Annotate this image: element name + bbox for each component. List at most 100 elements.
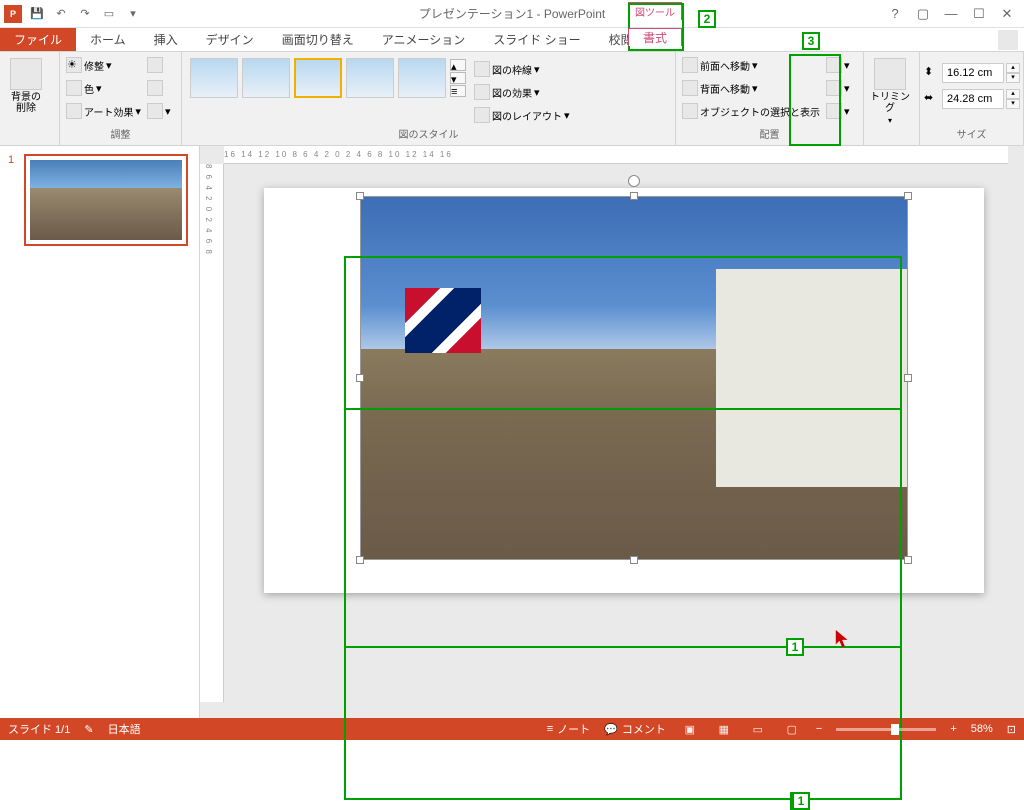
undo-icon[interactable]: ↶	[52, 5, 70, 23]
zoom-out-button[interactable]: −	[816, 723, 822, 735]
tab-home[interactable]: ホーム	[76, 28, 140, 51]
height-spinner[interactable]: ▴▾	[1006, 63, 1020, 83]
resize-handle[interactable]	[356, 192, 364, 200]
gallery-more[interactable]: ▴▾≡	[450, 59, 466, 97]
picture-border-button[interactable]: 図の枠線▾	[472, 58, 572, 80]
remove-background-button[interactable]: 背景の 削除	[4, 54, 48, 114]
group-crop: トリミング ▾	[864, 52, 920, 145]
crop-icon	[874, 58, 906, 90]
color-button[interactable]: 色▾	[64, 77, 143, 99]
styles-group-label: 図のスタイル	[186, 126, 671, 143]
effects-icon	[474, 84, 490, 100]
artistic-icon	[66, 103, 82, 119]
style-item[interactable]	[190, 58, 238, 98]
layout-icon	[474, 107, 490, 123]
thumbnail-selected[interactable]	[24, 154, 188, 246]
reading-view-icon[interactable]: ▭	[748, 721, 768, 737]
user-avatar[interactable]	[998, 30, 1018, 50]
bring-forward-button[interactable]: 前面へ移動▾	[680, 54, 822, 76]
thumbnail-item[interactable]: 1	[8, 154, 191, 246]
ribbon-options-icon[interactable]: ▢	[910, 4, 936, 24]
ruler-vertical: 8 6 4 2 0 2 4 6 8	[200, 164, 224, 702]
backward-icon	[682, 80, 698, 96]
adjust-group-label: 調整	[64, 126, 177, 143]
language-indicator[interactable]: 日本語	[108, 721, 141, 737]
group-adjust: ☀修整▾ 色▾ アート効果▾ ▾ 調整	[60, 52, 182, 145]
minimize-icon[interactable]: —	[938, 4, 964, 24]
tab-insert[interactable]: 挿入	[140, 28, 192, 51]
qat-more-icon[interactable]: ▾	[124, 5, 142, 23]
change-picture-button[interactable]	[145, 77, 173, 99]
width-spinner[interactable]: ▴▾	[1006, 89, 1020, 109]
rotate-button[interactable]: ▾	[824, 100, 852, 122]
compress-button[interactable]	[145, 54, 173, 76]
reset-icon	[147, 103, 163, 119]
crop-button[interactable]: トリミング ▾	[868, 54, 912, 125]
height-field[interactable]: ⬍ 16.12 cm ▴▾	[924, 62, 1020, 84]
resize-handle[interactable]	[904, 374, 912, 382]
tab-transitions[interactable]: 画面切り替え	[268, 28, 368, 51]
start-from-beginning-icon[interactable]: ▭	[100, 5, 118, 23]
tab-design[interactable]: デザイン	[192, 28, 268, 51]
comments-button[interactable]: 💬 コメント	[604, 721, 666, 737]
picture-layout-button[interactable]: 図のレイアウト▾	[472, 104, 572, 126]
fit-window-icon[interactable]: ⊡	[1007, 723, 1016, 736]
selection-pane-button[interactable]: オブジェクトの選択と表示	[680, 100, 822, 122]
ribbon-tabs: ファイル ホーム 挿入 デザイン 画面切り替え アニメーション スライド ショー…	[0, 28, 1024, 52]
annotation-number-1b: 1	[786, 638, 804, 656]
align-button[interactable]: ▾	[824, 54, 852, 76]
group-button[interactable]: ▾	[824, 77, 852, 99]
status-bar: スライド 1/1 ✎ 日本語 ≡ ノート 💬 コメント ▣ ▦ ▭ ▢ − + …	[0, 718, 1024, 740]
brightness-icon: ☀	[66, 57, 82, 73]
send-backward-button[interactable]: 背面へ移動▾	[680, 77, 822, 99]
context-tab-header: 図ツール	[628, 2, 682, 26]
group-size: ⬍ 16.12 cm ▴▾ ⬌ 24.28 cm ▴▾ サイズ	[920, 52, 1024, 145]
resize-handle[interactable]	[904, 556, 912, 564]
artistic-effects-button[interactable]: アート効果▾	[64, 100, 143, 122]
zoom-in-button[interactable]: +	[950, 723, 956, 735]
zoom-level[interactable]: 58%	[971, 723, 993, 735]
align-icon	[826, 57, 842, 73]
redo-icon[interactable]: ↷	[76, 5, 94, 23]
style-item-selected[interactable]	[294, 58, 342, 98]
normal-view-icon[interactable]: ▣	[680, 721, 700, 737]
resize-handle[interactable]	[630, 192, 638, 200]
rotate-icon	[826, 103, 842, 119]
reset-picture-button[interactable]: ▾	[145, 100, 173, 122]
style-item[interactable]	[242, 58, 290, 98]
picture-selected[interactable]	[360, 196, 908, 560]
thumbnail-image	[30, 160, 182, 240]
annotation-number-3: 3	[802, 32, 820, 50]
quick-access-toolbar: P 💾 ↶ ↷ ▭ ▾	[0, 5, 142, 23]
canvas[interactable]	[224, 164, 1024, 718]
styles-gallery[interactable]: ▴▾≡	[186, 54, 470, 102]
resize-handle[interactable]	[904, 192, 912, 200]
rotate-handle[interactable]	[628, 175, 640, 187]
slideshow-view-icon[interactable]: ▢	[782, 721, 802, 737]
width-field[interactable]: ⬌ 24.28 cm ▴▾	[924, 88, 1020, 110]
slide-indicator[interactable]: スライド 1/1	[8, 721, 70, 737]
resize-handle[interactable]	[356, 556, 364, 564]
arrange-group-label: 配置	[680, 126, 859, 143]
sorter-view-icon[interactable]: ▦	[714, 721, 734, 737]
help-icon[interactable]: ?	[882, 4, 908, 24]
maximize-icon[interactable]: ☐	[966, 4, 992, 24]
tab-slideshow[interactable]: スライド ショー	[479, 28, 594, 51]
tab-format[interactable]: 書式	[628, 28, 682, 46]
slide-thumbnails[interactable]: 1	[0, 146, 200, 718]
group-remove-bg: 背景の 削除	[0, 52, 60, 145]
close-icon[interactable]: ✕	[994, 4, 1020, 24]
tab-file[interactable]: ファイル	[0, 28, 76, 51]
zoom-slider[interactable]	[836, 728, 936, 731]
resize-handle[interactable]	[630, 556, 638, 564]
style-item[interactable]	[398, 58, 446, 98]
resize-handle[interactable]	[356, 374, 364, 382]
style-item[interactable]	[346, 58, 394, 98]
corrections-button[interactable]: ☀修整▾	[64, 54, 143, 76]
notes-button[interactable]: ≡ ノート	[547, 721, 590, 737]
slide[interactable]	[264, 188, 984, 593]
save-icon[interactable]: 💾	[28, 5, 46, 23]
tab-animations[interactable]: アニメーション	[368, 28, 480, 51]
picture-effects-button[interactable]: 図の効果▾	[472, 81, 572, 103]
spellcheck-icon[interactable]: ✎	[84, 723, 93, 736]
